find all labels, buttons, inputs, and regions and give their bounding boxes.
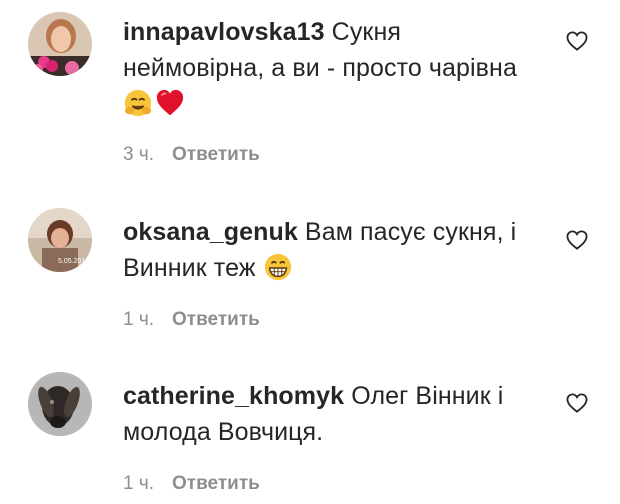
heart-outline-icon[interactable] <box>566 31 588 51</box>
avatar[interactable] <box>28 372 92 436</box>
comment-username[interactable]: innapavlovska13 <box>123 18 325 46</box>
comment-text: oksana_genuk Вам пасує сукня, і Винник т… <box>123 214 543 286</box>
avatar-photo-icon: 5.05.2016 <box>28 208 92 272</box>
comment-body-line1: Олег Вінник і <box>344 382 504 410</box>
red-heart-emoji <box>156 89 184 116</box>
comment-username[interactable]: catherine_khomyk <box>123 382 344 410</box>
heart-outline-icon[interactable] <box>566 393 588 413</box>
comment-time: 1 ч. <box>123 473 155 494</box>
reply-button[interactable]: Ответить <box>172 309 260 331</box>
avatar[interactable] <box>28 12 92 76</box>
comment-body-line1: Вам пасує сукня, і <box>297 218 517 246</box>
comment-meta: 1 ч. Ответить <box>123 473 260 495</box>
reply-button[interactable]: Ответить <box>172 144 260 166</box>
comment-body-line2: молода Вовчиця. <box>123 418 324 446</box>
comment-time: 3 ч. <box>123 144 155 165</box>
grinning-face-emoji <box>264 253 291 281</box>
comment-meta: 1 ч. Ответить <box>123 309 260 331</box>
comment-body-line1: Сукня <box>324 18 402 46</box>
avatar-caption: 5.05.2016 <box>58 258 89 265</box>
comment-time: 1 ч. <box>123 309 155 330</box>
hugging-face-emoji <box>124 89 152 117</box>
comment-meta: 3 ч. Ответить <box>123 144 260 166</box>
avatar-photo-icon <box>28 12 92 76</box>
comment-text: innapavlovska13 Сукня неймовірна, а ви -… <box>123 14 543 122</box>
comment-username[interactable]: oksana_genuk <box>123 218 298 246</box>
comment-body-line2: Винник теж <box>123 254 263 282</box>
comment-text: catherine_khomyk Олег Вінник і молода Во… <box>123 378 543 450</box>
comment-body-line2: неймовірна, а ви - просто чарівна <box>123 54 517 82</box>
avatar[interactable]: 5.05.2016 <box>28 208 92 272</box>
reply-button[interactable]: Ответить <box>172 473 260 495</box>
heart-outline-icon[interactable] <box>566 230 588 250</box>
avatar-photo-icon <box>28 372 92 436</box>
